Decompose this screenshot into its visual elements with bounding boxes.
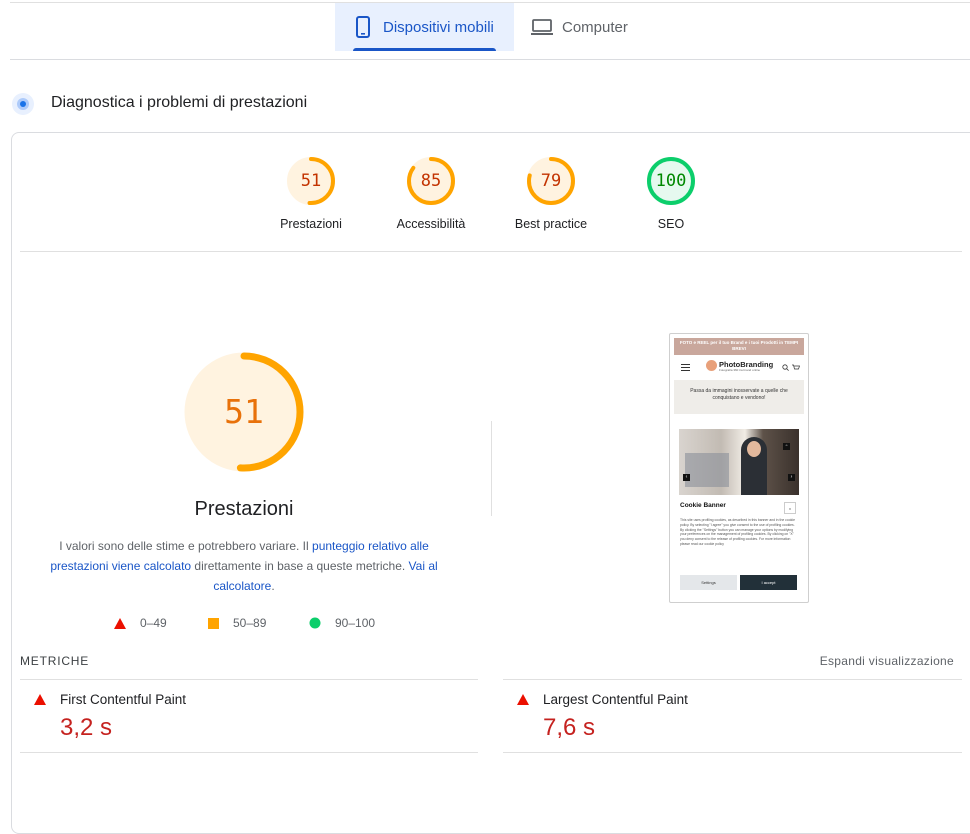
- performance-gauge-large: 51: [182, 350, 306, 474]
- page-screenshot-preview: FOTO e REEL per il tuo Brand e i tuoi Pr…: [669, 333, 809, 603]
- metrics-row-divider-right: [503, 752, 962, 753]
- metrics-heading: METRICHE: [20, 654, 90, 668]
- preview-hero: Passa da immagini inosservate a quelle c…: [674, 380, 804, 414]
- smartphone-icon: [356, 16, 370, 38]
- gauge-best-practices[interactable]: 79: [525, 155, 577, 207]
- chevron-right-icon: ›: [788, 474, 795, 481]
- diagnostics-title: Diagnostica i problemi di prestazioni: [51, 94, 308, 111]
- metrics-divider-left: [20, 679, 478, 680]
- metric-lcp-value: 7,6 s: [543, 714, 596, 741]
- expand-view-toggle[interactable]: Espandi visualizzazione: [820, 654, 954, 668]
- desc-text-3: .: [271, 579, 275, 593]
- gauge-seo[interactable]: 100: [645, 155, 697, 207]
- tab-desktop[interactable]: Computer: [520, 3, 660, 51]
- gauge-accessibility-label: Accessibilità: [396, 217, 466, 231]
- photo-artwork: [685, 453, 729, 487]
- tab-mobile-label: Dispositivi mobili: [383, 18, 494, 36]
- tabs-divider: [10, 59, 970, 60]
- preview-accept-button: I accept: [740, 575, 797, 590]
- triangle-icon: [114, 617, 126, 629]
- search-icon: [782, 364, 789, 371]
- tab-mobile[interactable]: Dispositivi mobili: [335, 3, 514, 51]
- metrics-row-divider-left: [20, 752, 478, 753]
- gauge-performance-label: Prestazioni: [280, 217, 342, 231]
- tab-desktop-label: Computer: [562, 18, 628, 36]
- circle-icon: [309, 617, 321, 629]
- square-icon: [208, 617, 219, 629]
- desc-text-2: direttamente in base a queste metriche.: [191, 559, 409, 573]
- gauge-best-practices-value: 79: [540, 171, 562, 191]
- preview-settings-button: Settings: [680, 575, 737, 590]
- gauge-accessibility-value: 85: [420, 171, 442, 191]
- preview-cookie-title: Cookie Banner: [680, 502, 726, 509]
- gauge-seo-value: 100: [655, 171, 687, 191]
- gauge-accessibility[interactable]: 85: [405, 155, 457, 207]
- legend-fail: 0–49: [114, 615, 167, 631]
- metrics-divider-right: [503, 679, 962, 680]
- hamburger-icon: [681, 364, 690, 371]
- desc-text-1: I valori sono delle stime e potrebbero v…: [59, 539, 313, 553]
- preview-logo-sub: Fotografia 360 tra brand online: [719, 368, 761, 372]
- laptop-icon: [531, 19, 553, 35]
- active-tab-indicator: [353, 48, 496, 51]
- diagnostics-icon: [12, 93, 34, 115]
- performance-description: I valori sono delle stime e potrebbero v…: [40, 536, 448, 596]
- preview-cookie-text: This site uses profiling cookies, as des…: [680, 518, 795, 546]
- logo-mark-icon: [706, 360, 717, 371]
- metric-lcp-name: Largest Contentful Paint: [543, 692, 688, 707]
- preview-hero-photo: ‹ › ▫: [679, 429, 799, 495]
- photo-face: [747, 441, 761, 457]
- preview-logo: PhotoBranding Fotografia 360 tra brand o…: [706, 360, 773, 372]
- legend-fail-range: 0–49: [140, 616, 167, 630]
- close-icon: x: [784, 502, 796, 514]
- fail-triangle-icon: [517, 694, 529, 705]
- legend-average-range: 50–89: [233, 616, 267, 630]
- fail-triangle-icon: [34, 694, 46, 705]
- scores-divider: [20, 251, 962, 252]
- cart-icon: [792, 364, 800, 370]
- gauge-seo-label: SEO: [657, 217, 685, 231]
- metric-fcp-name: First Contentful Paint: [60, 692, 187, 707]
- gauge-performance[interactable]: 51: [285, 155, 337, 207]
- legend-pass-range: 90–100: [335, 616, 376, 630]
- gauge-best-practices-label: Best practice: [514, 217, 588, 231]
- gauge-performance-value: 51: [300, 171, 322, 191]
- vertical-divider: [491, 421, 492, 516]
- performance-title: Prestazioni: [194, 498, 294, 520]
- performance-score-large: 51: [224, 392, 264, 431]
- legend-average: 50–89: [208, 615, 266, 631]
- metric-fcp-value: 3,2 s: [60, 714, 113, 741]
- preview-banner: FOTO e REEL per il tuo Brand e i tuoi Pr…: [674, 338, 804, 355]
- legend-pass: 90–100: [309, 615, 375, 631]
- chevron-left-icon: ‹: [683, 474, 690, 481]
- expand-icon: ▫: [783, 443, 790, 450]
